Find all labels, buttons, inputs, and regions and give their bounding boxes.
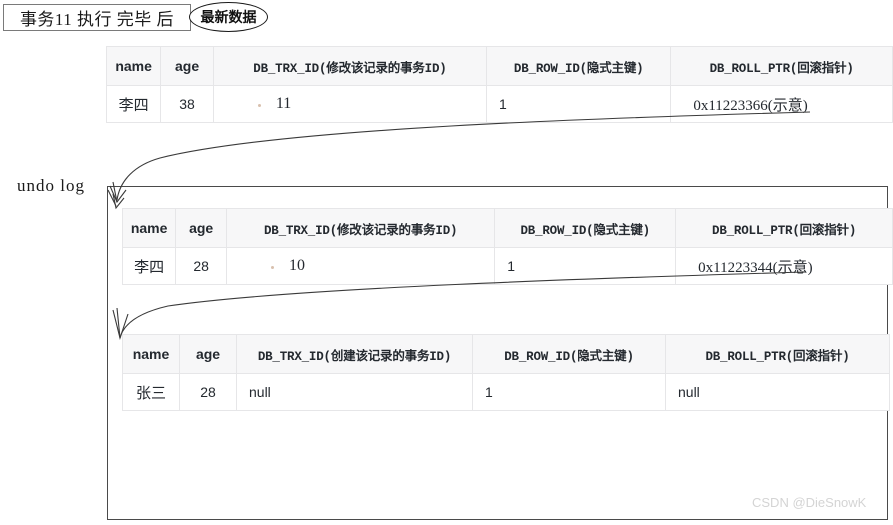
column-header-age: age <box>160 46 214 86</box>
cell-age: 38 <box>160 85 214 123</box>
latest-record-table: name age DB_TRX_ID(修改该记录的事务ID) DB_ROW_ID… <box>105 46 893 123</box>
cell-name: 李四 <box>121 247 177 285</box>
latest-data-badge-label: 最新数据 <box>200 11 257 26</box>
column-header-roll-ptr: DB_ROLL_PTR(回滚指针) <box>675 208 893 248</box>
column-header-name: name <box>121 208 177 248</box>
title-box: 事务11 执行 完毕 后 <box>3 4 191 31</box>
column-header-row-id: DB_ROW_ID(隐式主键) <box>486 46 672 86</box>
column-header-row-id: DB_ROW_ID(隐式主键) <box>494 208 677 248</box>
cell-name: 李四 <box>105 85 162 123</box>
cell-trx-id: 10 <box>226 247 496 285</box>
table-row: 李四 28 10 1 0x11223344(示意) <box>121 247 893 285</box>
cell-age: 28 <box>175 247 228 285</box>
undo-version-1-table: name age DB_TRX_ID(修改该记录的事务ID) DB_ROW_ID… <box>121 208 893 285</box>
cell-trx-id: 11 <box>212 85 488 123</box>
table-row: 李四 38 11 1 0x11223366(示意) <box>105 85 893 123</box>
undo-log-label: undo log <box>17 176 85 195</box>
column-header-trx-id: DB_TRX_ID(创建该记录的事务ID) <box>236 334 473 374</box>
cell-roll-ptr: 0x11223366(示意) <box>670 85 893 123</box>
cell-row-id: 1 <box>472 373 666 411</box>
faint-dot-mark <box>271 266 275 269</box>
latest-data-badge: 最新数据 <box>189 2 268 32</box>
column-header-name: name <box>122 334 180 374</box>
watermark: CSDN @DieSnowK <box>752 495 867 510</box>
cell-trx-id: null <box>236 373 473 411</box>
diagram-canvas: 事务11 执行 完毕 后 最新数据 name age DB_TRX_ID(修改该… <box>0 0 893 525</box>
cell-name: 张三 <box>122 373 180 411</box>
column-header-trx-id: DB_TRX_ID(修改该记录的事务ID) <box>212 46 488 86</box>
column-header-trx-id: DB_TRX_ID(修改该记录的事务ID) <box>226 208 496 248</box>
cell-trx-id-value: 11 <box>275 95 292 112</box>
table-row: 张三 28 null 1 null <box>122 373 890 411</box>
table-header-row: name age DB_TRX_ID(修改该记录的事务ID) DB_ROW_ID… <box>105 46 893 86</box>
column-header-age: age <box>175 208 228 248</box>
column-header-roll-ptr: DB_ROLL_PTR(回滚指针) <box>665 334 890 374</box>
cell-trx-id-value: 10 <box>289 257 306 274</box>
faint-dot-mark <box>257 104 261 107</box>
column-header-age: age <box>179 334 237 374</box>
cell-row-id: 1 <box>486 85 672 123</box>
column-header-name: name <box>105 46 162 86</box>
cell-row-id: 1 <box>494 247 677 285</box>
cell-age: 28 <box>179 373 237 411</box>
page-title: 事务11 执行 完毕 后 <box>19 10 175 29</box>
column-header-row-id: DB_ROW_ID(隐式主键) <box>472 334 666 374</box>
table-header-row: name age DB_TRX_ID(创建该记录的事务ID) DB_ROW_ID… <box>122 334 890 374</box>
column-header-roll-ptr: DB_ROLL_PTR(回滚指针) <box>670 46 893 86</box>
undo-version-2-table: name age DB_TRX_ID(创建该记录的事务ID) DB_ROW_ID… <box>122 334 890 411</box>
table-header-row: name age DB_TRX_ID(修改该记录的事务ID) DB_ROW_ID… <box>121 208 893 248</box>
cell-roll-ptr: null <box>665 373 890 411</box>
cell-roll-ptr: 0x11223344(示意) <box>675 247 893 285</box>
